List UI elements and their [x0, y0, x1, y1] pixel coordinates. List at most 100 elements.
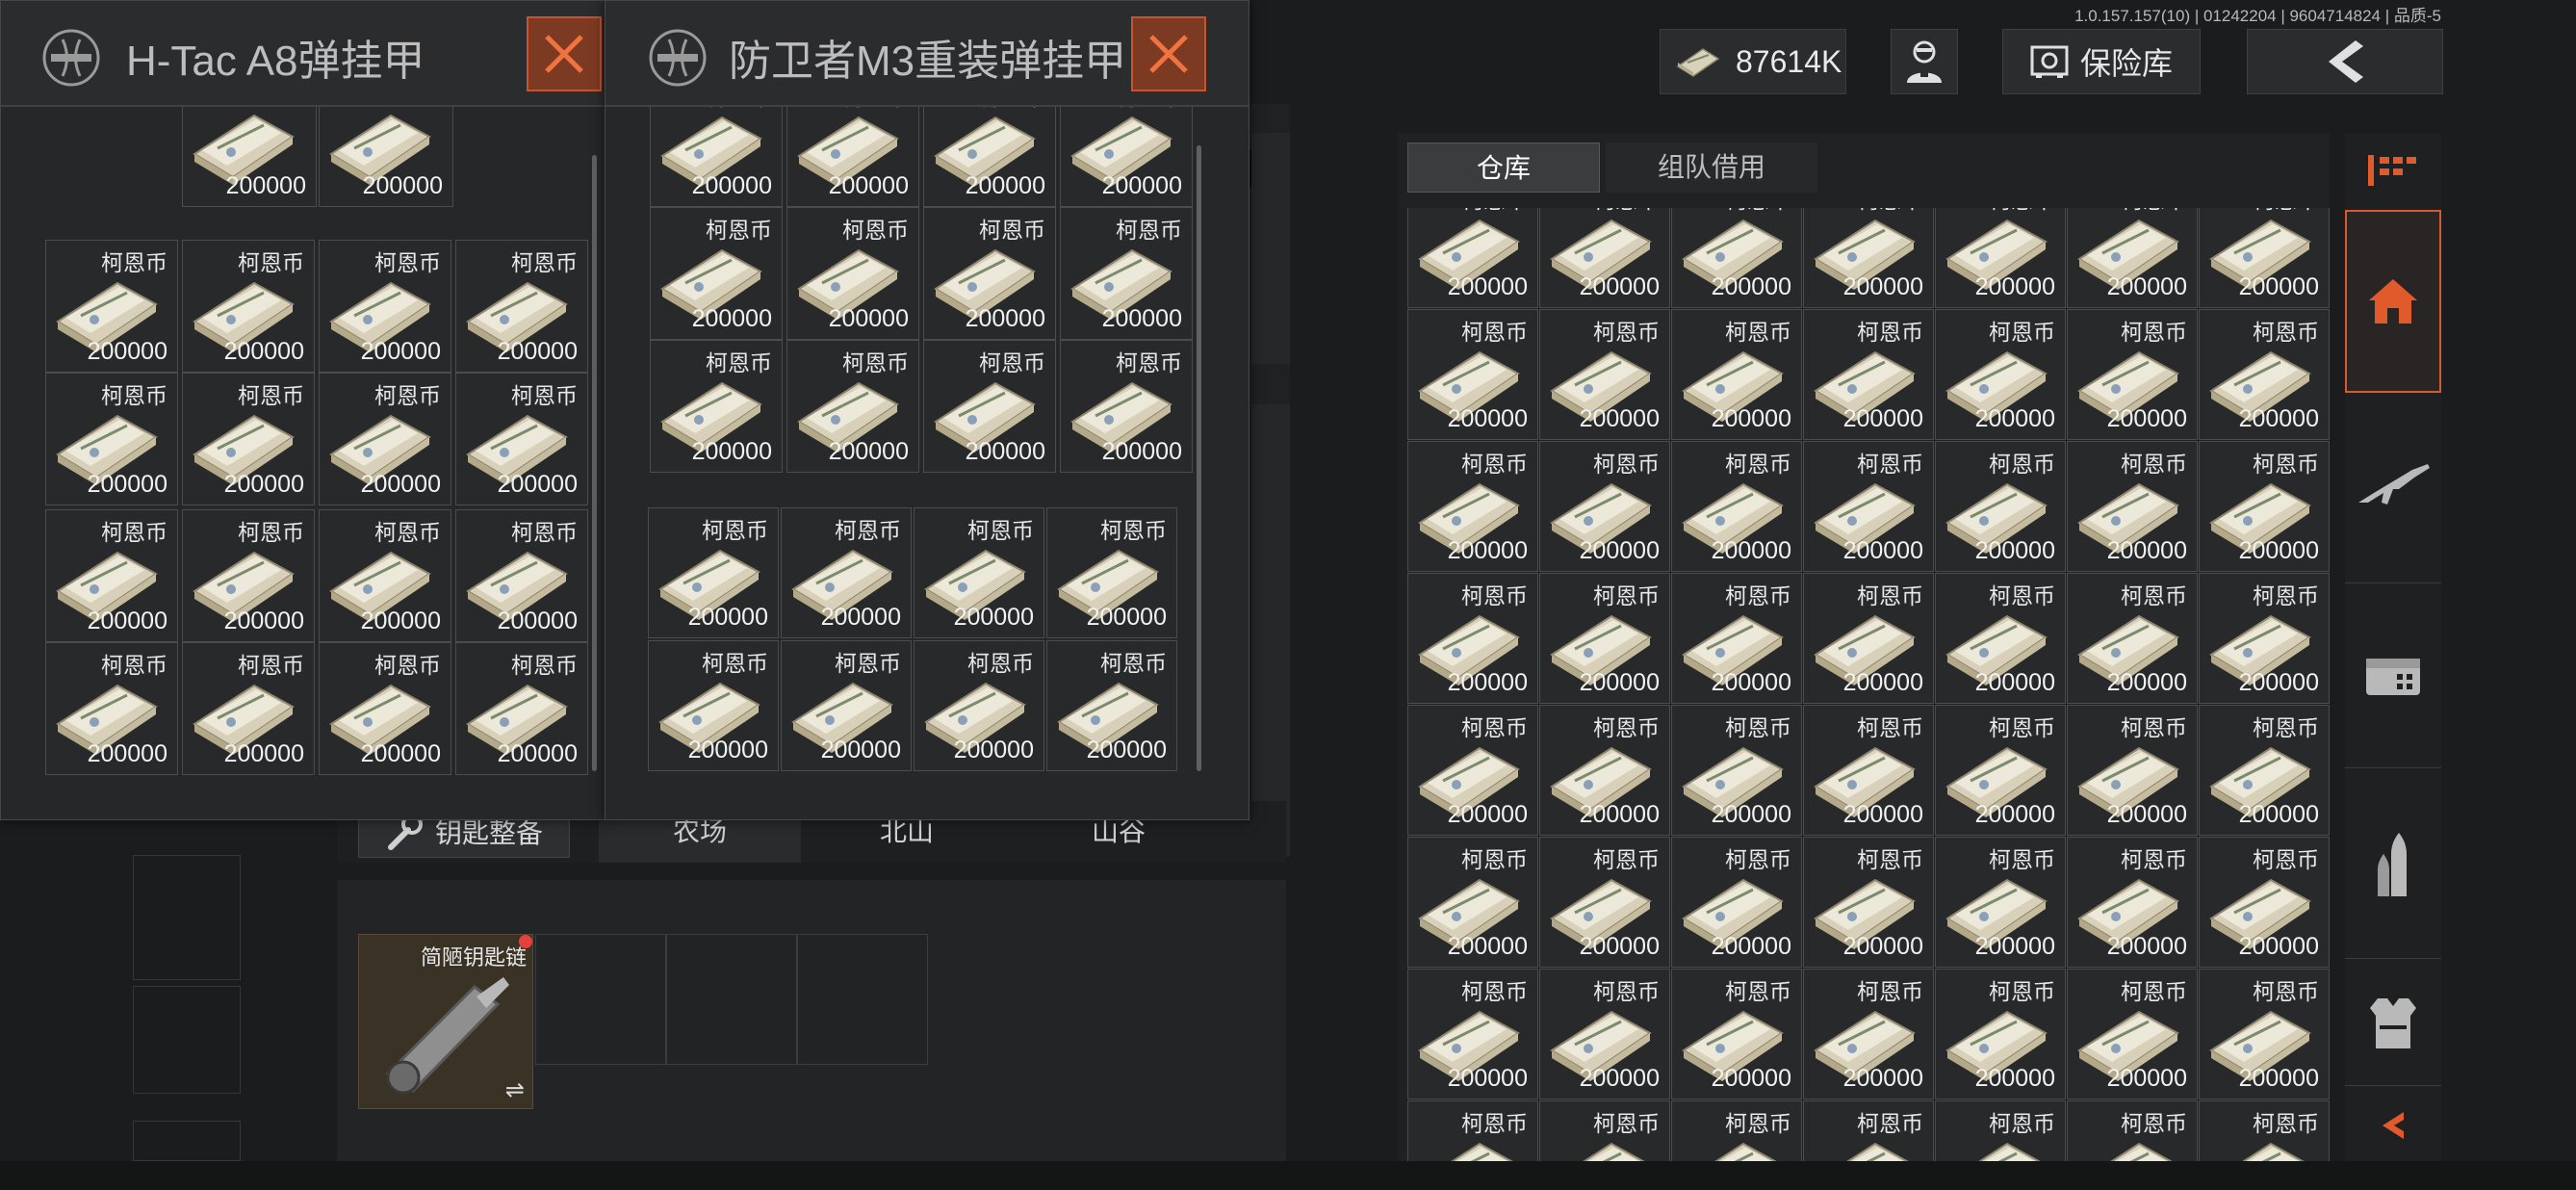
cash-item-cell[interactable]: 柯恩币200000 [1935, 969, 2066, 1099]
cash-item-cell[interactable]: 柯恩币200000 [2199, 573, 2330, 704]
key-chain-slot[interactable]: 简陋钥匙链 ⇌ [358, 934, 533, 1109]
cash-item-cell[interactable]: 柯恩币200000 [1539, 837, 1670, 968]
cash-item-cell[interactable]: 柯恩币200000 [1539, 705, 1670, 836]
sidebar-item-home[interactable] [2345, 210, 2441, 393]
cash-item-cell[interactable]: 柯恩币200000 [2199, 208, 2330, 308]
sidebar-item-weapons[interactable] [2345, 395, 2441, 583]
close-button[interactable] [1131, 16, 1206, 91]
sidebar-item-containers[interactable] [2345, 585, 2441, 768]
cash-item-cell[interactable]: 柯恩币200000 [1539, 441, 1670, 572]
cash-item-cell[interactable]: 柯恩币200000 [455, 642, 588, 775]
cash-item-cell[interactable]: 柯恩币200000 [1935, 208, 2066, 308]
operator-button[interactable] [1891, 29, 1958, 94]
cash-item-cell[interactable]: 柯恩币200000 [2067, 705, 2198, 836]
key-slot-empty[interactable] [666, 934, 797, 1065]
cash-item-cell[interactable]: 柯恩币200000 [2067, 1100, 2198, 1163]
cash-item-cell[interactable]: 柯恩币200000 [650, 107, 783, 207]
cash-item-cell[interactable]: 柯恩币200000 [2067, 969, 2198, 1099]
sidebar-collapse-button[interactable] [2345, 1088, 2441, 1163]
cash-item-cell[interactable]: 柯恩币200000 [1539, 309, 1670, 440]
cash-item-cell[interactable]: 柯恩币200000 [1539, 1100, 1670, 1163]
cash-item-cell[interactable]: 柯恩币200000 [1803, 1100, 1934, 1163]
cash-item-cell[interactable]: 柯恩币200000 [45, 509, 178, 642]
cash-item-cell[interactable]: 柯恩币200000 [1407, 309, 1538, 440]
cash-item-cell[interactable]: 柯恩币200000 [1935, 441, 2066, 572]
cash-item-cell[interactable]: 柯恩币200000 [1046, 507, 1177, 638]
sidebar-item-armor[interactable] [2345, 961, 2441, 1086]
cash-item-cell[interactable]: 柯恩币200000 [1803, 837, 1934, 968]
scrollbar[interactable] [592, 155, 597, 771]
cash-item-cell[interactable]: 柯恩币200000 [1407, 705, 1538, 836]
cash-item-cell[interactable]: 柯恩币200000 [1407, 573, 1538, 704]
left-slot[interactable] [133, 986, 241, 1094]
cash-item-cell[interactable]: 柯恩币200000 [781, 640, 912, 771]
cash-item-cell[interactable]: 柯恩币200000 [182, 240, 315, 373]
cash-item-cell[interactable]: 柯恩币200000 [182, 107, 317, 207]
sort-button[interactable] [2345, 133, 2441, 208]
cash-item-cell[interactable]: 柯恩币200000 [319, 642, 451, 775]
cash-item-cell[interactable]: 柯恩币200000 [1407, 837, 1538, 968]
cash-item-cell[interactable]: 柯恩币200000 [2067, 208, 2198, 308]
cash-item-cell[interactable]: 柯恩币200000 [1539, 208, 1670, 308]
cash-item-cell[interactable]: 柯恩币200000 [1803, 705, 1934, 836]
cash-item-cell[interactable]: 柯恩币200000 [1671, 837, 1802, 968]
cash-item-cell[interactable]: 柯恩币200000 [2067, 837, 2198, 968]
cash-item-cell[interactable]: 柯恩币200000 [1060, 107, 1193, 207]
cash-item-cell[interactable]: 柯恩币200000 [1539, 969, 1670, 1099]
cash-item-cell[interactable]: 柯恩币200000 [455, 240, 588, 373]
cash-item-cell[interactable]: 柯恩币200000 [1407, 969, 1538, 1099]
cash-item-cell[interactable]: 柯恩币200000 [1671, 969, 1802, 1099]
cash-item-cell[interactable]: 柯恩币200000 [2067, 309, 2198, 440]
back-button[interactable] [2247, 29, 2443, 94]
cash-item-cell[interactable]: 柯恩币200000 [2067, 573, 2198, 704]
cash-item-cell[interactable]: 柯恩币200000 [1935, 705, 2066, 836]
cash-item-cell[interactable]: 柯恩币200000 [1935, 837, 2066, 968]
cash-item-cell[interactable]: 柯恩币200000 [1803, 573, 1934, 704]
cash-item-cell[interactable]: 柯恩币200000 [1803, 441, 1934, 572]
cash-item-cell[interactable]: 柯恩币200000 [319, 107, 453, 207]
cash-item-cell[interactable]: 柯恩币200000 [650, 207, 783, 340]
cash-item-cell[interactable]: 柯恩币200000 [1407, 1100, 1538, 1163]
cash-item-cell[interactable]: 柯恩币200000 [1671, 705, 1802, 836]
cash-item-cell[interactable]: 柯恩币200000 [1671, 441, 1802, 572]
tab-team-borrow[interactable]: 组队借用 [1606, 142, 1817, 193]
cash-item-cell[interactable]: 柯恩币200000 [1671, 309, 1802, 440]
cash-item-cell[interactable]: 柯恩币200000 [2199, 1100, 2330, 1163]
cash-item-cell[interactable]: 柯恩币200000 [2199, 969, 2330, 1099]
cash-item-cell[interactable]: 柯恩币200000 [1671, 208, 1802, 308]
cash-item-cell[interactable]: 柯恩币200000 [786, 107, 919, 207]
cash-item-cell[interactable]: 柯恩币200000 [1671, 1100, 1802, 1163]
key-slot-empty[interactable] [797, 934, 928, 1065]
cash-item-cell[interactable]: 柯恩币200000 [914, 640, 1044, 771]
cash-item-cell[interactable]: 柯恩币200000 [650, 340, 783, 473]
cash-item-cell[interactable]: 柯恩币200000 [781, 507, 912, 638]
cash-item-cell[interactable]: 柯恩币200000 [1407, 208, 1538, 308]
cash-item-cell[interactable]: 柯恩币200000 [1803, 969, 1934, 1099]
cash-item-cell[interactable]: 柯恩币200000 [45, 373, 178, 505]
cash-item-cell[interactable]: 柯恩币200000 [319, 240, 451, 373]
cash-item-cell[interactable]: 柯恩币200000 [1539, 573, 1670, 704]
cash-item-cell[interactable]: 柯恩币200000 [1803, 208, 1934, 308]
cash-item-cell[interactable]: 柯恩币200000 [455, 373, 588, 505]
cash-item-cell[interactable]: 柯恩币200000 [786, 207, 919, 340]
cash-item-cell[interactable]: 柯恩币200000 [923, 107, 1056, 207]
cash-item-cell[interactable]: 柯恩币200000 [2199, 837, 2330, 968]
swap-icon[interactable]: ⇌ [505, 1076, 525, 1104]
key-slot-empty[interactable] [535, 934, 666, 1065]
cash-item-cell[interactable]: 柯恩币200000 [2199, 441, 2330, 572]
cash-item-cell[interactable]: 柯恩币200000 [182, 642, 315, 775]
cash-item-cell[interactable]: 柯恩币200000 [1060, 207, 1193, 340]
cash-item-cell[interactable]: 柯恩币200000 [923, 207, 1056, 340]
tab-warehouse[interactable]: 仓库 [1407, 142, 1600, 193]
cash-item-cell[interactable]: 柯恩币200000 [182, 509, 315, 642]
close-button[interactable] [527, 16, 602, 91]
cash-item-cell[interactable]: 柯恩币200000 [2199, 309, 2330, 440]
cash-item-cell[interactable]: 柯恩币200000 [1671, 573, 1802, 704]
cash-item-cell[interactable]: 柯恩币200000 [648, 507, 779, 638]
cash-item-cell[interactable]: 柯恩币200000 [455, 509, 588, 642]
cash-item-cell[interactable]: 柯恩币200000 [2067, 441, 2198, 572]
sidebar-item-ammo[interactable] [2345, 770, 2441, 959]
cash-item-cell[interactable]: 柯恩币200000 [1407, 441, 1538, 572]
cash-item-cell[interactable]: 柯恩币200000 [182, 373, 315, 505]
cash-item-cell[interactable]: 柯恩币200000 [923, 340, 1056, 473]
